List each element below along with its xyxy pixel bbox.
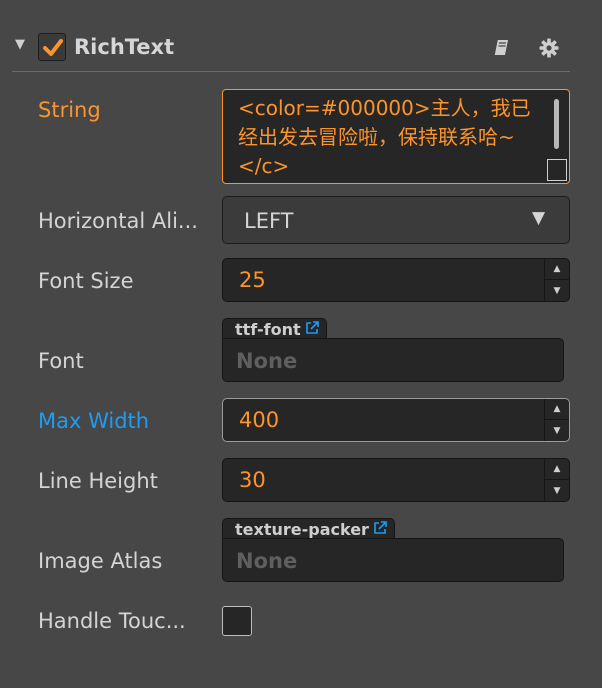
font-size-input[interactable]: 25 ▲ ▼: [222, 258, 570, 302]
image-atlas-asset-value: None: [236, 549, 298, 573]
max-width-label: Max Width: [38, 409, 150, 433]
font-size-value: 25: [239, 268, 266, 292]
increment-arrow-icon[interactable]: ▲: [545, 259, 569, 280]
dropdown-caret-icon: ▼: [532, 208, 546, 228]
string-label: String: [38, 98, 101, 122]
increment-arrow-icon[interactable]: ▲: [545, 399, 569, 420]
decrement-arrow-icon[interactable]: ▼: [545, 480, 569, 501]
max-width-value: 400: [239, 408, 280, 432]
font-size-label: Font Size: [38, 269, 134, 293]
gear-icon[interactable]: [539, 38, 559, 62]
horizontal-align-select[interactable]: LEFT ▼: [222, 196, 570, 244]
component-title: RichText: [74, 35, 175, 59]
horizontal-align-value: LEFT: [244, 209, 294, 233]
max-width-input[interactable]: 400 ▲ ▼: [222, 398, 570, 442]
header-divider: [12, 71, 570, 72]
max-width-stepper: ▲ ▼: [544, 399, 569, 441]
book-icon[interactable]: [491, 38, 511, 62]
decrement-arrow-icon[interactable]: ▼: [545, 280, 569, 301]
increment-arrow-icon[interactable]: ▲: [545, 459, 569, 480]
font-label: Font: [38, 349, 84, 373]
line-height-value: 30: [239, 468, 266, 492]
string-textarea[interactable]: <color=#000000>主人，我已经出发去冒险啦，保持联系哈~</c>: [222, 89, 570, 184]
line-height-input[interactable]: 30 ▲ ▼: [222, 458, 570, 502]
image-atlas-asset-type-tab: texture-packer: [222, 518, 395, 540]
image-atlas-label: Image Atlas: [38, 549, 163, 573]
image-atlas-asset-field[interactable]: None: [222, 538, 564, 582]
font-size-stepper: ▲ ▼: [544, 259, 569, 301]
textarea-scrollbar[interactable]: [554, 99, 559, 149]
font-asset-field[interactable]: None: [222, 338, 564, 382]
decrement-arrow-icon[interactable]: ▼: [545, 420, 569, 441]
font-asset-type: ttf-font: [235, 320, 301, 339]
image-atlas-asset-type: texture-packer: [235, 520, 369, 539]
horizontal-align-label: Horizontal Ali...: [38, 209, 198, 233]
checkmark-icon: [43, 39, 63, 56]
line-height-label: Line Height: [38, 469, 158, 493]
font-asset-type-tab: ttf-font: [222, 318, 327, 340]
line-height-stepper: ▲ ▼: [544, 459, 569, 501]
component-enabled-checkbox[interactable]: [38, 33, 66, 61]
handle-touch-checkbox[interactable]: [222, 606, 252, 636]
textarea-resize-handle[interactable]: [547, 159, 567, 181]
string-value: <color=#000000>主人，我已经出发去冒险啦，保持联系哈~</c>: [238, 96, 531, 178]
collapse-arrow-icon[interactable]: ▼: [15, 37, 25, 52]
font-asset-value: None: [236, 349, 298, 373]
handle-touch-label: Handle Touc...: [38, 609, 186, 633]
